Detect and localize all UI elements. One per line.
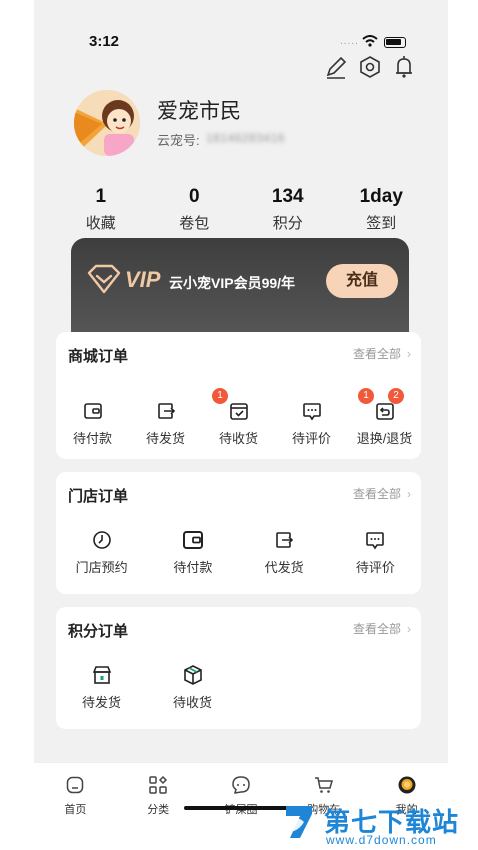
- mall-orders-card: 商城订单 查看全部 › 待付款 1 待发货 待收货 1 待评价 2 退换/退货: [56, 332, 421, 459]
- vip-banner[interactable]: VIP 云小宠VIP会员99/年 充值: [71, 238, 409, 332]
- store-orders-items: 门店预约 待付款 代发货 待评价: [56, 529, 421, 576]
- comment-icon: [302, 403, 321, 421]
- points-orders-view-all[interactable]: 查看全部 ›: [353, 620, 411, 637]
- mall-order-pending-review[interactable]: 1 待评价: [275, 388, 374, 447]
- cart-icon: [314, 777, 333, 793]
- comment-icon: [366, 532, 385, 550]
- user-name: 爱宠市民: [157, 100, 241, 123]
- list-item-label: 待付款: [173, 560, 213, 575]
- mall-order-pending-receipt[interactable]: 待收货: [202, 400, 275, 447]
- watermark-logo-icon: [286, 806, 312, 838]
- stat-label: 签到: [366, 215, 397, 232]
- points-orders-title: 积分订单: [68, 623, 129, 640]
- left-margin: [0, 0, 34, 850]
- stat-value: 0: [188, 186, 200, 207]
- points-orders-items: 待发货 待收货: [56, 664, 238, 711]
- wifi-icon: [362, 35, 378, 47]
- mall-orders-view-all[interactable]: 查看全部 ›: [353, 345, 411, 362]
- view-all-label: 查看全部: [352, 622, 401, 636]
- home-icon: [67, 776, 84, 794]
- points-order-pending-shipment[interactable]: 待发货: [56, 664, 147, 711]
- stat-value: 1: [95, 186, 107, 207]
- shipping-out-icon: [276, 532, 294, 548]
- tab-label: 首页: [64, 804, 87, 816]
- app-screen: 3:12 ..... 爱宠市民 云宠号: 18146283416 1 收藏 0 …: [34, 0, 448, 850]
- stat-label: 卷包: [179, 215, 210, 232]
- chevron-right-icon: ›: [407, 487, 411, 501]
- store-orders-card: 门店订单 查看全部 › 门店预约 待付款 代发货 待评价: [56, 472, 421, 594]
- store-orders-title: 门店订单: [68, 488, 129, 505]
- chevron-right-icon: ›: [407, 622, 411, 636]
- list-item-label: 待发货: [81, 695, 121, 710]
- profile-icon: [398, 776, 416, 794]
- stat-label: 积分: [272, 215, 303, 232]
- points-order-pending-receipt[interactable]: 待收货: [147, 664, 238, 711]
- category-icon: [149, 775, 168, 794]
- user-id-value: 18146283416: [206, 131, 285, 145]
- edit-icon[interactable]: [324, 54, 348, 80]
- list-item-label: 退换/退货: [356, 431, 413, 446]
- stat-favorites[interactable]: 1 收藏: [54, 186, 148, 233]
- list-item-label: 待付款: [72, 431, 112, 446]
- store-orders-view-all[interactable]: 查看全部 ›: [353, 485, 411, 502]
- watermark: 第七下载站 www.d7down.com: [282, 800, 478, 850]
- wallet-icon: [182, 531, 203, 549]
- shipping-out-icon: [157, 403, 175, 419]
- stat-value: 134: [271, 186, 304, 207]
- stat-coupons[interactable]: 0 卷包: [148, 186, 242, 233]
- list-item-label: 待收货: [218, 431, 258, 446]
- mall-order-returns[interactable]: 2 退换/退货: [348, 388, 421, 447]
- receive-box-icon: [229, 403, 248, 420]
- mall-orders-items: 待付款 1 待发货 待收货 1 待评价 2 退换/退货: [56, 388, 421, 447]
- mall-order-pending-shipment[interactable]: 1 待发货: [129, 388, 228, 447]
- chat-icon: [232, 776, 250, 794]
- list-item-label: 待发货: [145, 431, 185, 446]
- store-order-ship[interactable]: 代发货: [239, 529, 330, 576]
- tab-home[interactable]: 首页: [34, 763, 117, 850]
- user-id-label: 云宠号:: [157, 133, 200, 148]
- list-item-label: 代发货: [264, 560, 304, 575]
- watermark-url: www.d7down.com: [326, 833, 437, 847]
- store-box-icon: [92, 666, 111, 684]
- stat-value: 1day: [359, 186, 403, 207]
- vip-label: VIP: [125, 267, 161, 292]
- count-badge: 2: [388, 388, 404, 404]
- wallet-icon: [83, 403, 102, 419]
- right-margin: [448, 0, 478, 850]
- list-item-label: 待评价: [291, 431, 331, 446]
- status-time: 3:12: [89, 33, 120, 50]
- settings-hexagon-icon[interactable]: [358, 54, 382, 80]
- package-icon: [183, 665, 202, 685]
- list-item-label: 待评价: [355, 560, 395, 575]
- view-all-label: 查看全部: [352, 347, 401, 361]
- store-order-review[interactable]: 待评价: [330, 529, 421, 576]
- chevron-right-icon: ›: [407, 347, 411, 361]
- stat-points[interactable]: 134 积分: [241, 186, 335, 233]
- status-bar: 3:12 .....: [34, 30, 448, 54]
- vip-description: 云小宠VIP会员99/年: [169, 275, 296, 291]
- header-actions: [324, 54, 420, 80]
- mall-order-pending-payment[interactable]: 待付款: [56, 400, 129, 447]
- stats-row: 1 收藏 0 卷包 134 积分 1day 签到: [54, 186, 428, 233]
- store-order-appointment[interactable]: 门店预约: [56, 529, 147, 576]
- list-item-label: 待收货: [172, 695, 212, 710]
- stat-checkin[interactable]: 1day 签到: [335, 186, 429, 233]
- clock-icon: [92, 531, 111, 549]
- list-item-label: 门店预约: [75, 560, 128, 575]
- battery-icon: [384, 37, 406, 48]
- stat-label: 收藏: [85, 215, 116, 232]
- store-order-pending-payment[interactable]: 待付款: [147, 529, 238, 576]
- view-all-label: 查看全部: [352, 487, 401, 501]
- signal-icon: .....: [340, 36, 359, 47]
- vip-diamond-icon: [87, 264, 121, 294]
- points-orders-card: 积分订单 查看全部 › 待发货 待收货: [56, 607, 421, 729]
- recharge-button[interactable]: 充值: [326, 264, 398, 298]
- mall-orders-title: 商城订单: [68, 348, 129, 365]
- bell-icon[interactable]: [392, 54, 416, 80]
- avatar[interactable]: [74, 90, 140, 156]
